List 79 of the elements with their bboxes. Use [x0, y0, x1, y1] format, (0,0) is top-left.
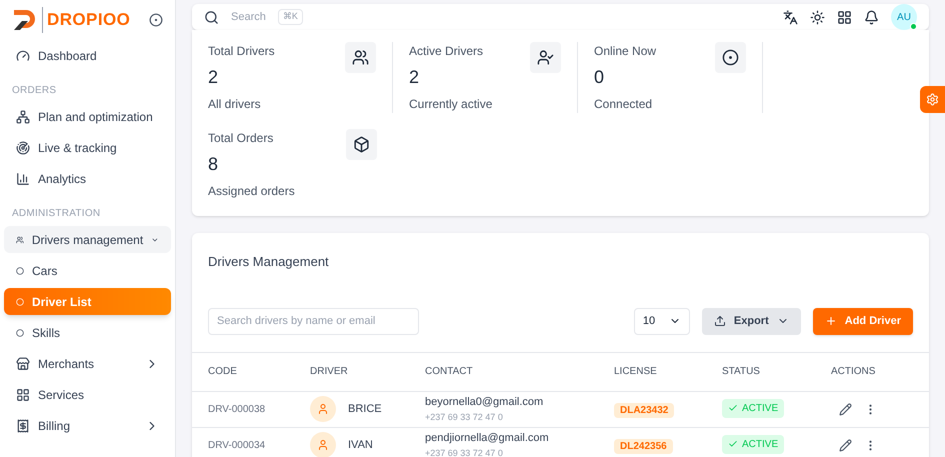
edit-icon[interactable]: [839, 438, 852, 452]
grid-icon[interactable]: [837, 10, 852, 24]
stat-caption: Currently active: [409, 96, 492, 113]
circle-icon: [16, 298, 24, 306]
user-icon: [317, 403, 329, 415]
status-badge: ACTIVE: [722, 398, 784, 418]
circle-icon: [16, 266, 24, 274]
code-cell-text: DRV-000038: [208, 402, 266, 416]
stat-value: 2: [208, 66, 220, 89]
code-cell-text: DRV-000034: [208, 438, 266, 452]
nav-item[interactable]: Dashboard: [4, 42, 171, 69]
column-header: ACTIONS: [831, 365, 876, 379]
brand-name: DROPIOO: [42, 7, 130, 33]
stat-title: Total Orders: [208, 130, 274, 147]
search-icon[interactable]: [204, 10, 219, 24]
user-icon: [317, 439, 329, 451]
section-label: ORDERS: [12, 84, 56, 98]
settings-button[interactable]: [920, 86, 945, 113]
nav-item[interactable]: Analytics: [4, 165, 171, 192]
settings-icon: [926, 93, 939, 106]
column-header: DRIVER: [310, 365, 349, 379]
radar-icon: [16, 140, 30, 154]
email-text: pendjiornella@gmail.com: [425, 431, 550, 446]
grid-icon: [16, 388, 30, 402]
gauge-icon: [16, 48, 30, 62]
bar-chart-icon: [16, 172, 30, 186]
section-label: ADMINISTRATION: [12, 207, 100, 221]
nav-item[interactable]: Merchants: [4, 350, 171, 377]
check-icon: [728, 439, 738, 449]
plus-icon: [824, 315, 837, 327]
column-header: CONTACT: [425, 365, 474, 379]
receipt-icon: [16, 418, 30, 432]
nav-subitem[interactable]: Skills: [4, 319, 171, 346]
card-title: Drivers Management: [207, 253, 330, 271]
driver-name: IVAN: [348, 438, 373, 453]
stat-caption: All drivers: [208, 96, 262, 113]
status-badge: ACTIVE: [722, 434, 784, 454]
circle-dot-icon: [722, 49, 739, 66]
license-badge: DL242356: [614, 439, 673, 454]
edit-icon[interactable]: [839, 402, 852, 416]
logo-icon: [12, 8, 38, 32]
stat-caption: Assigned orders: [208, 183, 295, 200]
check-icon: [728, 403, 738, 413]
nav-item[interactable]: Plan and optimization: [4, 103, 171, 130]
nav-item[interactable]: Live & tracking: [4, 134, 171, 161]
column-header: CODE: [208, 365, 238, 379]
stat-title: Active Drivers: [409, 43, 484, 60]
nav-subitem[interactable]: Cars: [4, 257, 171, 284]
page-size-select[interactable]: 10: [634, 308, 690, 334]
circle-icon: [16, 328, 24, 336]
stat-title: Total Drivers: [208, 43, 275, 60]
license-badge: DLA23432: [614, 403, 674, 418]
store-icon: [16, 356, 30, 370]
nav-item[interactable]: Drivers management: [4, 226, 171, 253]
export-button[interactable]: Export: [702, 308, 801, 334]
sun-icon[interactable]: [810, 10, 825, 24]
network-icon: [16, 110, 30, 124]
email-text: beyornella0@gmail.com: [425, 395, 544, 410]
shortcut-key: ⌘K: [278, 9, 303, 25]
driver-name: BRICE: [348, 402, 382, 417]
translate-icon[interactable]: [783, 10, 798, 24]
stat-value: 0: [594, 66, 606, 89]
column-header: LICENSE: [614, 365, 658, 379]
phone-text: +237 69 33 72 47 0: [425, 410, 504, 424]
stat-value: 8: [208, 153, 220, 176]
nav-item[interactable]: Billing: [4, 412, 171, 439]
search-field[interactable]: Search drivers by name or email: [208, 308, 419, 334]
column-header: STATUS: [722, 365, 761, 379]
nav-item[interactable]: Services: [4, 381, 171, 408]
stat-value: 2: [409, 66, 420, 89]
box-icon: [353, 136, 370, 153]
user-check-icon: [537, 49, 554, 66]
upload-icon: [714, 315, 726, 327]
users-icon: [352, 49, 369, 66]
bell-icon[interactable]: [864, 10, 879, 24]
stat-title: Online Now: [594, 43, 656, 60]
stat-caption: Connected: [594, 96, 654, 113]
phone-text: +237 69 33 72 47 0: [425, 446, 504, 457]
circle-dot-icon[interactable]: [149, 13, 163, 27]
